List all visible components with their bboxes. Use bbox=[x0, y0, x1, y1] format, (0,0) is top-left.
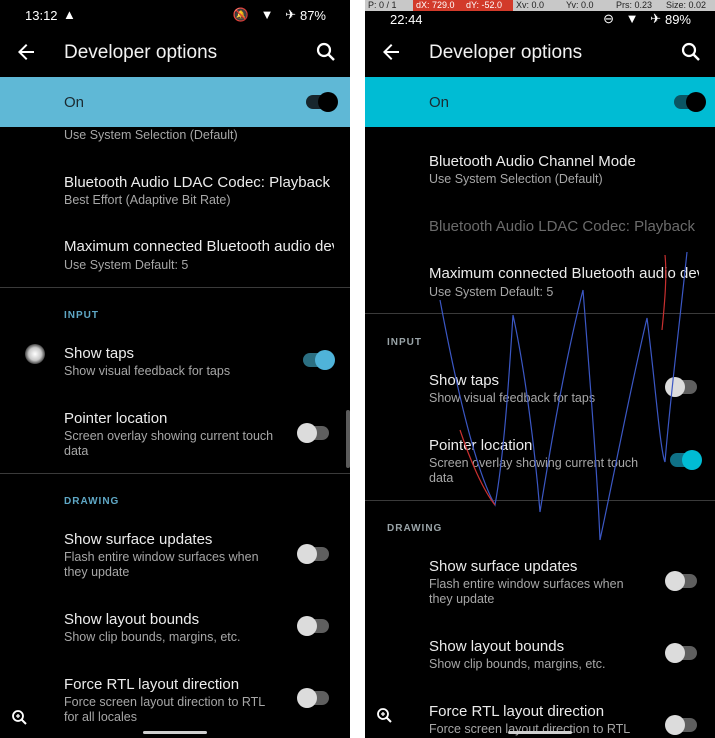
left-phone-screen: 13:12 ▲ 🔕 ▼ ✈ 87% Developer options On U… bbox=[0, 0, 350, 738]
section-header-input: INPUT bbox=[64, 310, 99, 321]
list-item-title: Maximum connected Bluetooth audio device… bbox=[64, 238, 334, 255]
status-bar: 13:12 ▲ 🔕 ▼ ✈ 87% bbox=[0, 0, 350, 30]
master-switch-label: On bbox=[64, 94, 85, 111]
touch-indicator bbox=[25, 344, 45, 364]
master-toggle[interactable] bbox=[306, 92, 338, 112]
pointer-location-toggle[interactable] bbox=[297, 423, 329, 443]
list-item-title: Show layout bounds bbox=[64, 611, 200, 628]
magnifier-zoom-icon[interactable] bbox=[10, 708, 30, 728]
list-item-title: Pointer location bbox=[64, 410, 168, 427]
arrow-left-icon[interactable] bbox=[14, 40, 38, 64]
scrollbar-thumb[interactable] bbox=[346, 410, 350, 468]
pointer-trace-blue bbox=[439, 251, 688, 541]
section-header-drawing: DRAWING bbox=[64, 496, 120, 507]
list-item-summary: Best Effort (Adaptive Bit Rate) bbox=[64, 193, 231, 207]
list-item-summary: Show visual feedback for taps bbox=[64, 364, 231, 378]
magnifier-zoom-icon[interactable] bbox=[375, 706, 395, 726]
pointer-trace-overlay bbox=[439, 251, 688, 541]
divider bbox=[0, 473, 350, 474]
list-item-title: Show surface updates bbox=[64, 531, 213, 548]
force-rtl-toggle[interactable] bbox=[297, 688, 329, 708]
list-item-title: Force RTL layout direction bbox=[64, 676, 240, 693]
show-taps-toggle[interactable] bbox=[303, 350, 335, 370]
list-item-title: Show taps bbox=[64, 345, 135, 362]
list-item-summary: Flash entire window surfaces when they u… bbox=[64, 550, 259, 579]
list-item-summary: Show clip bounds, margins, etc. bbox=[64, 630, 241, 644]
search-icon[interactable] bbox=[314, 40, 338, 64]
status-icons: 🔕 ▼ ✈ bbox=[232, 7, 300, 22]
show-layout-bounds-toggle[interactable] bbox=[297, 616, 329, 636]
master-switch-bar[interactable]: On bbox=[0, 77, 350, 127]
channel-mode-summary: Use System Selection (Default) bbox=[64, 128, 238, 142]
gesture-home-bar[interactable] bbox=[508, 731, 572, 734]
show-surface-updates-toggle[interactable] bbox=[297, 544, 329, 564]
navigation-icon: ▲ bbox=[63, 7, 76, 22]
battery-level: 87% bbox=[299, 8, 326, 23]
list-item-summary: Screen overlay showing current touch dat… bbox=[64, 429, 274, 458]
list-item-title: Bluetooth Audio LDAC Codec: Playback Qua… bbox=[64, 174, 334, 191]
gesture-home-bar[interactable] bbox=[143, 731, 207, 734]
app-toolbar: Developer options bbox=[0, 30, 350, 76]
status-time: 13:12 bbox=[25, 8, 58, 23]
right-phone-screen: P: 0 / 1 dX: 729.0 dY: -52.0 Xv: 0.0 Yv:… bbox=[365, 0, 715, 738]
page-title: Developer options bbox=[64, 42, 218, 63]
divider bbox=[0, 287, 350, 288]
list-item-summary: Use System Default: 5 bbox=[64, 258, 189, 272]
list-item-summary: Force screen layout direction to RTL for… bbox=[64, 695, 265, 724]
